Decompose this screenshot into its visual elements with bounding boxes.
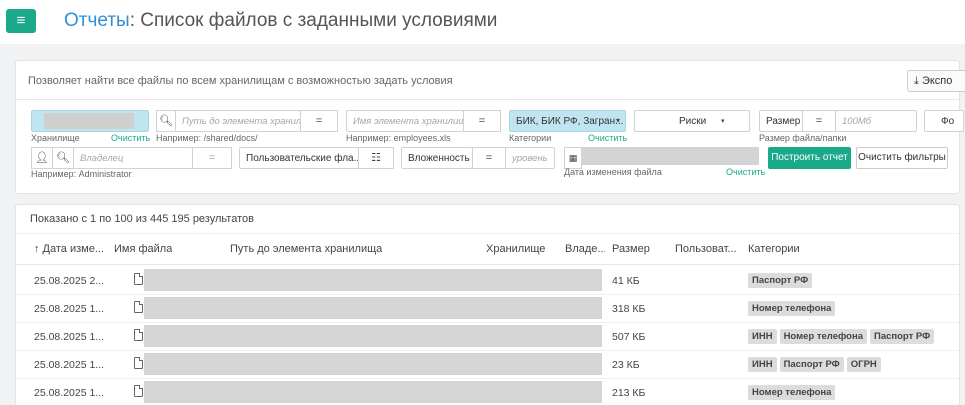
category-badge: ОГРН xyxy=(846,357,881,372)
caret-down-icon: ▾ xyxy=(721,118,725,125)
path-hint: Например: /shared/docs/ xyxy=(156,133,258,143)
file-icon xyxy=(134,301,143,313)
storage-select[interactable] xyxy=(31,110,149,132)
filters-panel: Позволяет найти все файлы по всем хранил… xyxy=(15,60,965,194)
categories-select[interactable]: БИК, БИК РФ, Загран... ▾ xyxy=(509,110,626,132)
results-summary: Показано с 1 по 100 из 445 195 результат… xyxy=(30,213,254,225)
divider xyxy=(16,99,959,100)
table-row[interactable]: 25.08.2025 1... 507 КБ ИНН Номер телефона… xyxy=(16,323,959,351)
owner-hint: Например: Administrator xyxy=(31,169,132,179)
column-owner[interactable]: Владе... xyxy=(565,243,605,255)
storage-hint: Хранилище xyxy=(31,133,80,143)
file-icon xyxy=(134,385,143,397)
redacted-cells xyxy=(144,353,602,375)
category-badge: Паспорт РФ xyxy=(748,273,813,288)
file-icon xyxy=(134,329,143,341)
table-row[interactable]: 25.08.2025 1... 213 КБ Номер телефона xyxy=(16,379,959,405)
column-categories[interactable]: Категории xyxy=(748,243,800,255)
title-rest: : Список файлов с заданными условиями xyxy=(129,10,498,31)
category-badges: Номер телефона xyxy=(748,301,838,316)
build-report-button[interactable]: Построить отчет xyxy=(768,147,851,169)
path-operator[interactable]: = xyxy=(300,110,338,132)
size-operator[interactable]: = xyxy=(802,110,836,132)
redacted-cells xyxy=(144,297,602,319)
column-path[interactable]: Путь до элемента хранилища xyxy=(230,243,382,255)
table-header: ↑ Дата изме... Имя файла Путь до элемент… xyxy=(16,233,959,265)
date-changed-hint: Дата изменения файла xyxy=(564,167,662,177)
category-badge: ИНН xyxy=(748,357,777,372)
column-user[interactable]: Пользоват... xyxy=(675,243,741,255)
path-input[interactable]: Путь до элемента хранилища xyxy=(175,110,320,132)
table-row[interactable]: 25.08.2025 1... 318 КБ Номер телефона xyxy=(16,295,959,323)
filters-description: Позволяет найти все файлы по всем хранил… xyxy=(28,75,453,87)
top-bar: ≡ Отчеты: Список файлов с заданными усло… xyxy=(0,0,965,44)
column-size[interactable]: Размер xyxy=(612,243,650,255)
category-badge: ИНН xyxy=(748,329,777,344)
element-name-operator[interactable]: = xyxy=(463,110,501,132)
title-link-reports[interactable]: Отчеты xyxy=(64,10,130,31)
category-badges: Номер телефона xyxy=(748,385,838,400)
column-storage[interactable]: Хранилище xyxy=(486,243,545,255)
menu-icon[interactable]: ≡ xyxy=(6,9,36,33)
table-row[interactable]: 25.08.2025 1... 23 КБ ИНН Паспорт РФ ОГРН xyxy=(16,351,959,379)
format-dropdown[interactable]: Фо xyxy=(924,110,964,132)
category-badge: Номер телефона xyxy=(779,329,867,344)
user-icon: 👤︎ xyxy=(31,147,53,169)
nesting-operator[interactable]: = xyxy=(472,147,506,169)
size-label-box: Размер xyxy=(759,110,803,132)
clear-filters-button[interactable]: Очистить фильтры xyxy=(856,147,948,169)
size-hint: Размер файла/папки xyxy=(759,133,847,143)
caret-down-icon: ▾ xyxy=(615,116,620,125)
results-panel: Показано с 1 по 100 из 445 195 результат… xyxy=(15,204,960,405)
date-changed-input[interactable] xyxy=(581,147,759,165)
file-icon xyxy=(134,357,143,369)
owner-input[interactable]: Владелец xyxy=(73,147,193,169)
date-clear-link[interactable]: Очистить xyxy=(726,167,765,177)
file-icon xyxy=(134,273,143,285)
column-date[interactable]: ↑ Дата изме... xyxy=(34,243,122,255)
storage-value-redacted xyxy=(44,113,134,129)
page-title: Отчеты: Список файлов с заданными услови… xyxy=(64,10,497,32)
element-name-input[interactable]: Имя элемента хранилища xyxy=(346,110,472,132)
category-badge: Паспорт РФ xyxy=(870,329,935,344)
table-row[interactable]: 25.08.2025 2... 41 КБ Паспорт РФ xyxy=(16,267,959,295)
redacted-cells xyxy=(144,381,602,403)
category-badge: Номер телефона xyxy=(748,385,836,400)
list-icon[interactable]: ☷ xyxy=(358,147,394,169)
category-badge: Паспорт РФ xyxy=(779,357,844,372)
nesting-input[interactable]: уровень xyxy=(505,147,555,169)
user-flags-dropdown[interactable]: Пользовательские фла... xyxy=(239,147,362,169)
search-icon: 🔍︎ xyxy=(52,147,74,169)
categories-hint: Категории xyxy=(509,133,552,143)
size-input[interactable]: 100Мб xyxy=(835,110,917,132)
risks-dropdown[interactable]: Риски ▾ xyxy=(634,110,750,132)
owner-operator[interactable]: = xyxy=(192,147,232,169)
redacted-cells xyxy=(144,325,602,347)
storage-clear-link[interactable]: Очистить xyxy=(111,133,150,143)
calendar-icon: ▦ xyxy=(564,147,582,169)
search-icon: 🔍︎ xyxy=(156,110,176,132)
nesting-label-box: Вложенность xyxy=(401,147,473,169)
category-badge: Номер телефона xyxy=(748,301,836,316)
export-button[interactable]: ⤓ Экспо xyxy=(907,70,965,92)
element-name-hint: Например: employees.xls xyxy=(346,133,451,143)
download-icon: ⤓ xyxy=(914,75,919,87)
categories-clear-link[interactable]: Очистить xyxy=(588,133,627,143)
category-badges: ИНН Номер телефона Паспорт РФ xyxy=(748,329,937,344)
redacted-cells xyxy=(144,269,602,291)
column-file-name[interactable]: Имя файла xyxy=(114,243,172,255)
category-badges: ИНН Паспорт РФ ОГРН xyxy=(748,357,884,372)
category-badges: Паспорт РФ xyxy=(748,273,815,288)
